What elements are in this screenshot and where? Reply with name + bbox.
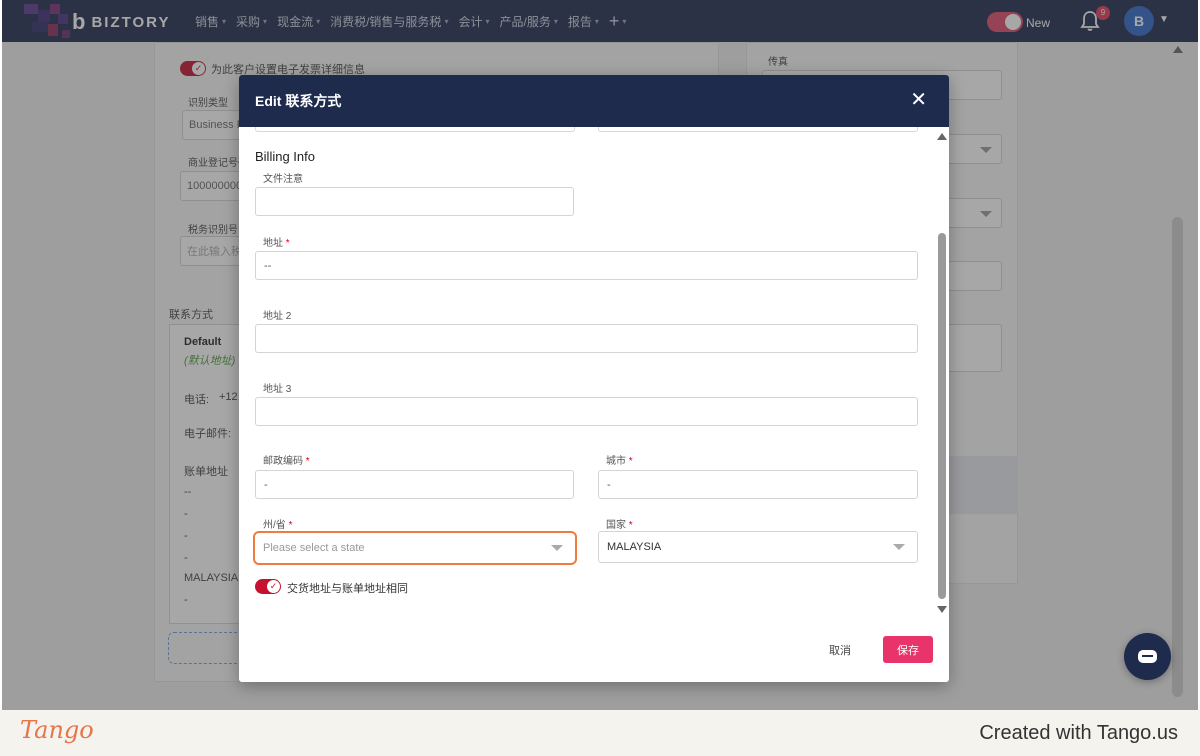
city-value: - — [607, 478, 611, 491]
state-label-text: 州/省 — [263, 520, 286, 531]
country-value: MALAYSIA — [607, 541, 662, 553]
modal-header: Edit 联系方式 ✕ — [239, 75, 949, 127]
scroll-down-icon[interactable] — [937, 606, 947, 613]
state-placeholder: Please select a state — [263, 542, 365, 554]
chat-icon — [1138, 650, 1157, 663]
address-label: 地址 * — [263, 234, 290, 249]
scroll-up-icon[interactable] — [937, 133, 947, 140]
same-address-toggle[interactable] — [255, 579, 281, 594]
address-input[interactable]: -- — [255, 251, 918, 280]
address2-input[interactable] — [255, 324, 918, 353]
postcode-label-text: 邮政编码 — [263, 456, 303, 467]
close-icon[interactable]: ✕ — [910, 90, 927, 110]
country-label: 国家 * — [606, 516, 633, 531]
save-button[interactable]: 保存 — [883, 636, 933, 663]
chat-button[interactable] — [1124, 633, 1171, 680]
state-select[interactable]: Please select a state — [253, 531, 577, 565]
required-mark: * — [288, 520, 293, 531]
app-window: b BIZTORY 销售 ▾ 采购 ▾ 现金流 ▾ 消费税/销售与服务税 ▾ 会计 ▾ 产… — [2, 0, 1198, 710]
prev-field-right[interactable] — [598, 127, 918, 132]
state-label: 州/省 * — [263, 516, 292, 531]
scroll-up-icon[interactable] — [1173, 46, 1183, 53]
postcode-label: 邮政编码 * — [263, 452, 310, 467]
modal-title: Edit 联系方式 — [255, 93, 342, 109]
required-mark: * — [285, 238, 290, 249]
address-label-text: 地址 — [263, 238, 283, 249]
address3-input[interactable] — [255, 397, 918, 426]
created-with-text: Created with Tango.us — [979, 722, 1178, 744]
modal-scrollbar[interactable] — [936, 127, 948, 617]
required-mark: * — [305, 456, 310, 467]
doc-note-input[interactable] — [255, 187, 574, 216]
chevron-down-icon — [893, 544, 905, 550]
country-select[interactable]: MALAYSIA — [598, 531, 918, 563]
city-input[interactable]: - — [598, 470, 918, 499]
country-label-text: 国家 — [606, 520, 626, 531]
scroll-thumb[interactable] — [938, 233, 946, 599]
tango-logo: Tango — [20, 716, 94, 744]
address3-label: 地址 3 — [263, 384, 292, 395]
edit-contact-modal: Edit 联系方式 ✕ Billing Info 文件注意 地址 * -- 地址… — [239, 75, 949, 682]
chevron-down-icon — [551, 545, 563, 551]
same-address-label: 交货地址与账单地址相同 — [287, 583, 408, 595]
doc-note-label: 文件注意 — [263, 174, 303, 185]
postcode-value: - — [264, 478, 268, 491]
city-label: 城市 * — [606, 452, 633, 467]
prev-field-left[interactable] — [255, 127, 575, 132]
section-title: Billing Info — [255, 149, 315, 164]
required-mark: * — [628, 456, 633, 467]
modal-body: Billing Info 文件注意 地址 * -- 地址 2 地址 3 邮政编码… — [239, 127, 939, 617]
page-scrollbar[interactable] — [1169, 42, 1187, 710]
address-value: -- — [264, 259, 272, 272]
city-label-text: 城市 — [606, 456, 626, 467]
cancel-button[interactable]: 取消 — [829, 642, 851, 658]
address2-label: 地址 2 — [263, 311, 292, 322]
required-mark: * — [628, 520, 633, 531]
scroll-thumb[interactable] — [1172, 217, 1183, 697]
postcode-input[interactable]: - — [255, 470, 574, 499]
